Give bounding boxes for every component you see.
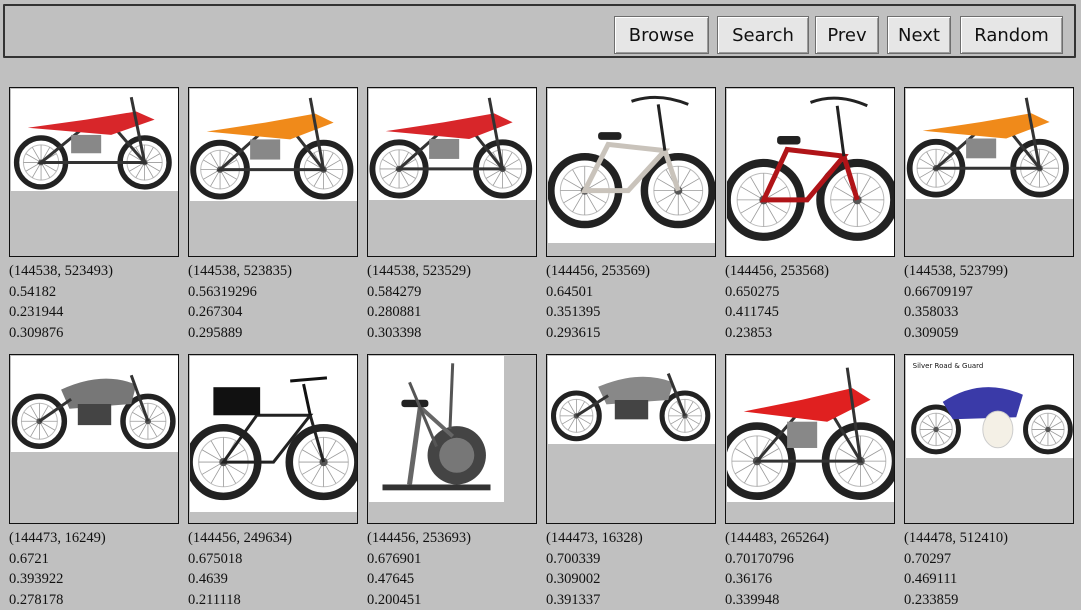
result-score: 0.650275 [725, 283, 780, 300]
result-score: 0.6721 [9, 550, 49, 567]
result-value-2: 0.309002 [546, 571, 601, 587]
result-value-3: 0.211118 [188, 591, 241, 608]
result-thumbnail[interactable] [188, 87, 358, 257]
dirtbike-image [190, 89, 357, 201]
result-id: (144538, 523799) [904, 263, 1008, 279]
prev-button[interactable]: Prev [815, 16, 879, 54]
result-id: (144473, 16328) [546, 530, 643, 546]
result-value-2: 0.36176 [725, 571, 773, 587]
result-id: (144483, 265264) [725, 530, 829, 546]
search-button[interactable]: Search [717, 16, 809, 54]
result-value-3: 0.309059 [904, 324, 959, 341]
result-score: 0.64501 [546, 283, 594, 300]
result-score: 0.54182 [9, 283, 57, 300]
result-value-2: 0.280881 [367, 304, 422, 320]
cruiser-image: Silver Road & Guard [906, 356, 1073, 458]
result-value-2: 0.47645 [367, 571, 415, 587]
dirtbike-image [906, 89, 1073, 199]
result-value-3: 0.295889 [188, 324, 243, 341]
result-value-2: 0.393922 [9, 571, 64, 587]
result-id: (144478, 512410) [904, 530, 1008, 546]
result-score: 0.70170796 [725, 550, 794, 567]
result-id: (144538, 523835) [188, 263, 292, 279]
result-meta: (144473, 16249) 0.6721 0.393922 0.278178 [9, 528, 189, 610]
result-value-3: 0.391337 [546, 591, 601, 608]
result-meta: (144473, 16328) 0.700339 0.309002 0.391337 [546, 528, 726, 610]
result-meta: (144478, 512410) 0.70297 0.469111 0.233859 [904, 528, 1081, 610]
result-thumbnail[interactable] [904, 87, 1074, 257]
result-meta: (144456, 253693) 0.676901 0.47645 0.200451 [367, 528, 547, 610]
result-id: (144538, 523493) [9, 263, 113, 279]
random-button[interactable]: Random [960, 16, 1063, 54]
result-value-3: 0.233859 [904, 591, 959, 608]
result-thumbnail[interactable]: Silver Road & Guard [904, 354, 1074, 524]
result-value-2: 0.267304 [188, 304, 243, 320]
result-value-2: 0.231944 [9, 304, 64, 320]
result-value-2: 0.358033 [904, 304, 959, 320]
result-meta: (144538, 523799) 0.66709197 0.358033 0.3090… [904, 261, 1081, 343]
result-thumbnail[interactable] [9, 354, 179, 524]
result-score: 0.56319296 [188, 283, 257, 300]
result-meta: (144456, 249634) 0.675018 0.4639 0.211118 [188, 528, 368, 610]
result-value-2: 0.351395 [546, 304, 601, 320]
dirtbike-image [369, 89, 536, 200]
result-id: (144473, 16249) [9, 530, 106, 546]
result-value-3: 0.303398 [367, 324, 422, 341]
result-score: 0.66709197 [904, 283, 973, 300]
motorcycle-image [11, 356, 178, 452]
result-id: (144456, 253693) [367, 530, 471, 546]
motorcycle-image [548, 356, 715, 444]
bmx-image [548, 89, 715, 243]
result-value-3: 0.293615 [546, 324, 601, 341]
result-thumbnail[interactable] [546, 87, 716, 257]
result-value-2: 0.411745 [725, 304, 779, 320]
result-thumbnail[interactable] [546, 354, 716, 524]
result-meta: (144456, 253568) 0.650275 0.411745 0.23853 [725, 261, 905, 343]
bmx-image [727, 89, 894, 256]
result-value-3: 0.278178 [9, 591, 64, 608]
result-thumbnail[interactable] [725, 354, 895, 524]
toolbar: Browse Search Prev Next Random [3, 4, 1076, 58]
exercise-image [369, 356, 504, 502]
result-score: 0.676901 [367, 550, 422, 567]
result-value-3: 0.200451 [367, 591, 422, 608]
result-thumbnail[interactable] [367, 354, 537, 524]
result-meta: (144456, 253569) 0.64501 0.351395 0.293615 [546, 261, 726, 343]
result-thumbnail[interactable] [9, 87, 179, 257]
result-id: (144538, 523529) [367, 263, 471, 279]
result-value-2: 0.469111 [904, 571, 958, 587]
result-value-2: 0.4639 [188, 571, 228, 587]
dirtbike-image [727, 356, 894, 502]
dirtbike-image [11, 89, 178, 191]
result-value-3: 0.339948 [725, 591, 780, 608]
result-score: 0.675018 [188, 550, 243, 567]
result-value-3: 0.23853 [725, 324, 773, 341]
result-thumbnail[interactable] [367, 87, 537, 257]
result-meta: (144483, 265264) 0.70170796 0.36176 0.33994… [725, 528, 905, 610]
result-score: 0.700339 [546, 550, 601, 567]
browse-button[interactable]: Browse [614, 16, 709, 54]
result-score: 0.70297 [904, 550, 952, 567]
result-value-3: 0.309876 [9, 324, 64, 341]
result-meta: (144538, 523493) 0.54182 0.231944 0.309876 [9, 261, 189, 343]
result-score: 0.584279 [367, 283, 422, 300]
result-thumbnail[interactable] [725, 87, 895, 257]
result-id: (144456, 249634) [188, 530, 292, 546]
result-id: (144456, 253569) [546, 263, 650, 279]
result-meta: (144538, 523835) 0.56319296 0.267304 0.2958… [188, 261, 368, 343]
svg-text:Silver Road & Guard: Silver Road & Guard [913, 362, 984, 370]
next-button[interactable]: Next [887, 16, 951, 54]
bicycle-image [190, 356, 357, 512]
result-meta: (144538, 523529) 0.584279 0.280881 0.303398 [367, 261, 547, 343]
result-thumbnail[interactable] [188, 354, 358, 524]
result-id: (144456, 253568) [725, 263, 829, 279]
